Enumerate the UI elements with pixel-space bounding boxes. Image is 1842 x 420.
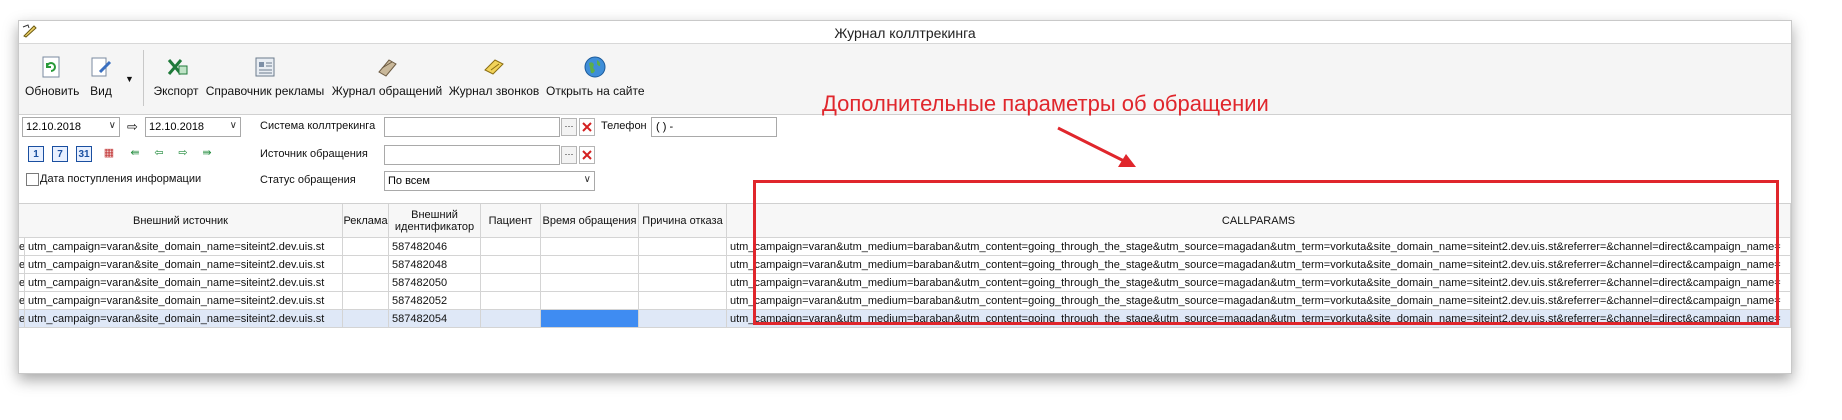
callparams-highlight-box — [753, 180, 1779, 325]
